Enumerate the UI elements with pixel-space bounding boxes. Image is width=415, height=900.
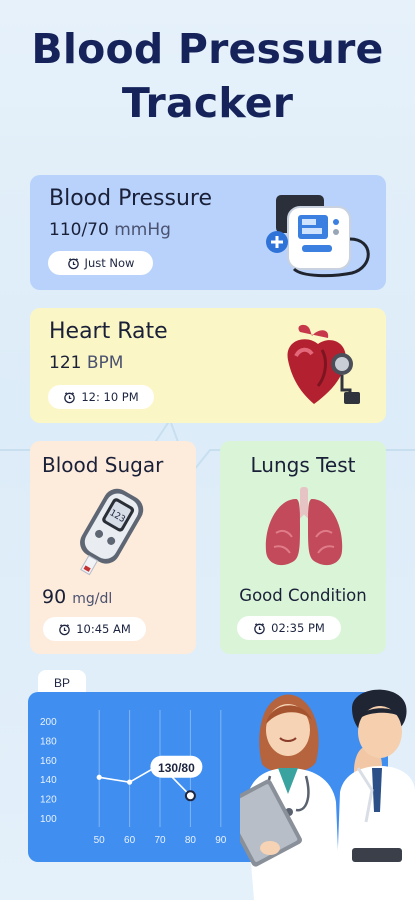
x-tick-label: 90 [215, 835, 227, 846]
card-value: 90 mg/dl [42, 586, 113, 608]
data-point [96, 774, 102, 780]
time-badge: 12: 10 PM [48, 385, 154, 409]
y-tick-label: 140 [40, 775, 57, 786]
blood-pressure-monitor-icon [266, 195, 370, 278]
highlight-point [184, 790, 196, 802]
doctors-illustration [240, 689, 415, 900]
lungs-icon [265, 487, 343, 566]
y-tick-label: 120 [40, 795, 57, 806]
y-tick-label: 160 [40, 756, 57, 767]
time-badge: Just Now [48, 251, 153, 275]
y-tick-label: 200 [40, 717, 57, 728]
page-title: Blood Pressure Tracker [31, 25, 384, 127]
card-value: 110/70 mmHg [49, 220, 171, 240]
x-tick-label: 80 [185, 835, 197, 846]
lungs-status: Good Condition [239, 586, 367, 605]
clock-icon [67, 257, 79, 269]
annotation-label: 130/80 [158, 761, 195, 775]
card-title: Heart Rate [49, 319, 168, 344]
blood-pressure-card[interactable]: Blood Pressure 110/70 mmHg Just Now [30, 175, 386, 290]
clock-icon [64, 391, 76, 403]
lungs-test-card[interactable]: Lungs Test Good Condition 02:35 PM [220, 441, 386, 654]
card-title: Blood Sugar [42, 453, 164, 477]
y-tick-label: 100 [40, 814, 57, 825]
heart-rate-card[interactable]: Heart Rate 121 BPM 12: 10 PM [30, 308, 386, 423]
heart-stethoscope-icon [287, 324, 360, 404]
time-badge: 02:35 PM [237, 616, 341, 640]
clock-icon [254, 622, 265, 634]
glucometer-icon: 123 [80, 488, 144, 576]
card-value: 121 BPM [49, 353, 124, 373]
x-tick-label: 50 [94, 835, 106, 846]
x-tick-label: 60 [124, 835, 136, 846]
y-tick-label: 180 [40, 736, 57, 747]
card-title: Lungs Test [250, 453, 356, 477]
blood-sugar-card[interactable]: Blood Sugar 123 90 mg/dl 10:45 AM [30, 441, 196, 654]
x-tick-label: 70 [154, 835, 166, 846]
clock-icon [59, 623, 70, 635]
card-title: Blood Pressure [49, 186, 213, 211]
data-point [127, 779, 133, 785]
time-badge: 10:45 AM [43, 617, 146, 641]
